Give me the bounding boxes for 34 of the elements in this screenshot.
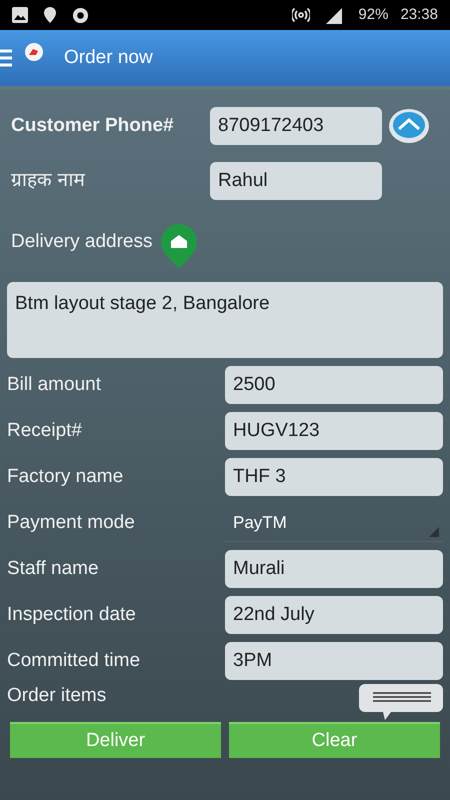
dropdown-arrow-icon — [429, 527, 439, 537]
field-label: Factory name — [7, 464, 124, 489]
signal-icon — [326, 6, 342, 24]
field-label: Committed time — [7, 648, 142, 673]
field-label: ग्राहक नाम — [10, 168, 86, 193]
text-field[interactable]: HUGV123 — [225, 412, 443, 450]
text-field[interactable]: 2500 — [225, 366, 443, 404]
menu-icon[interactable] — [0, 49, 12, 67]
screen-title: Order now — [64, 46, 153, 70]
field-label: Order items — [7, 684, 106, 708]
browser-icon — [72, 6, 89, 24]
text-field[interactable]: THF 3 — [225, 458, 443, 496]
field-label: Receipt# — [7, 418, 83, 443]
house-pin-icon[interactable] — [160, 224, 196, 268]
phone-field[interactable]: 8709172403 — [210, 107, 382, 145]
text-field[interactable]: 3PM — [225, 642, 443, 680]
field-label: Inspection date — [7, 602, 137, 627]
customer-name-field[interactable]: Rahul — [210, 162, 382, 200]
text-field[interactable]: 22nd July — [225, 596, 443, 634]
field-label: Payment mode — [7, 510, 136, 535]
location-icon — [44, 7, 56, 23]
field-label: Staff name — [7, 556, 100, 581]
hotspot-icon — [292, 6, 310, 24]
clock: 23:38 — [400, 4, 438, 25]
field-label: Bill amount — [7, 372, 102, 397]
message-bubble-icon[interactable] — [359, 684, 443, 720]
text-field[interactable]: Murali — [225, 550, 443, 588]
home-button-icon[interactable] — [388, 107, 430, 145]
field-label: Delivery address — [10, 230, 152, 254]
payment-dropdown[interactable]: PayTM — [225, 504, 443, 542]
field-label: Customer Phone# — [10, 114, 175, 138]
address-field[interactable]: Btm layout stage 2, Bangalore — [7, 282, 443, 358]
battery-level: 92% — [358, 4, 388, 25]
image-icon — [12, 7, 28, 23]
